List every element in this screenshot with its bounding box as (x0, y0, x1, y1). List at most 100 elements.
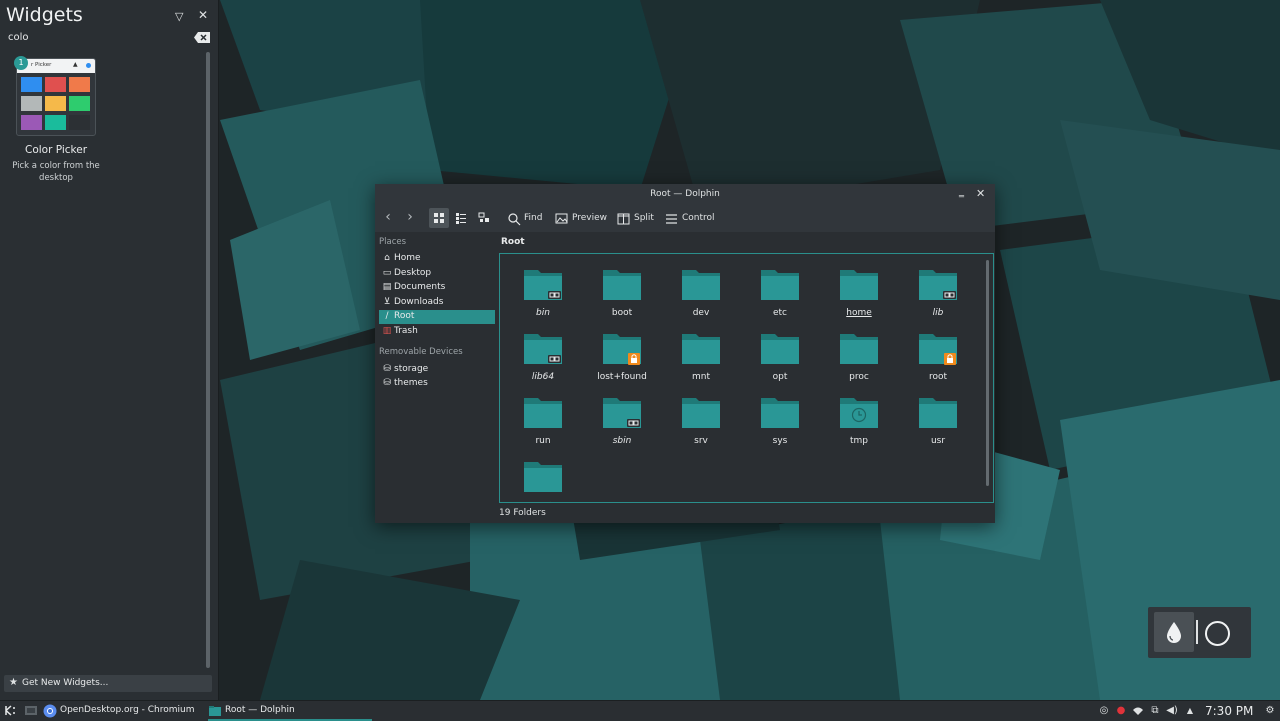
folder-item[interactable]: mnt (666, 324, 736, 384)
folder-item[interactable]: var (508, 452, 578, 502)
folder-label: run (535, 436, 551, 446)
clock[interactable]: 7:30 PM (1205, 704, 1253, 718)
find-button[interactable]: Find (507, 208, 549, 228)
folder-item[interactable]: run (508, 388, 578, 448)
task-dolphin[interactable]: Root — Dolphin (208, 701, 372, 721)
minimize-icon[interactable]: ‗ (959, 187, 964, 198)
usb-drive-icon: ⛁ (383, 378, 391, 388)
get-new-widgets-button[interactable]: ★ Get New Widgets... (4, 675, 212, 692)
icons-view-button[interactable] (429, 208, 449, 228)
places-item-trash[interactable]: ▥ Trash (379, 325, 495, 339)
color-swatch (45, 96, 66, 111)
folder-icon (761, 270, 799, 300)
places-item-downloads[interactable]: ⊻ Downloads (379, 296, 495, 310)
folder-item[interactable]: lost+found (587, 324, 657, 384)
folder-label: dev (692, 308, 710, 318)
desktop-icon: ▭ (382, 268, 392, 278)
folder-item[interactable]: lib (903, 260, 973, 320)
thumbnail-title: r Picker (31, 62, 52, 68)
widget-name: Color Picker (24, 144, 88, 156)
tray-expand-icon[interactable]: ▲ (1184, 705, 1196, 717)
panel-settings-icon[interactable]: ⚙ (1264, 705, 1276, 717)
color-swatch (69, 96, 90, 111)
compact-view-button[interactable] (451, 208, 471, 228)
folder-item[interactable]: usr (903, 388, 973, 448)
folder-item[interactable]: proc (824, 324, 894, 384)
places-item-documents[interactable]: ▤ Documents (379, 281, 495, 295)
thumbnail-header: r Picker ▲ (17, 59, 95, 73)
folder-item[interactable]: bin (508, 260, 578, 320)
places-item-root[interactable]: ∕ Root (379, 310, 495, 324)
folder-item[interactable]: root (903, 324, 973, 384)
location-breadcrumb[interactable]: Root (501, 237, 525, 247)
chevron-left-icon: ‹ (385, 209, 391, 225)
widgets-panel: Widgets ▽ ✕ colo r Picker ▲ 1 Color Pick… (0, 0, 219, 700)
folder-view-scrollbar[interactable] (986, 260, 989, 486)
color-swatch (69, 115, 90, 130)
folder-label: lib (932, 308, 944, 318)
color-dropper-icon (1167, 622, 1181, 643)
network-wifi-icon[interactable] (1132, 705, 1144, 717)
folder-item[interactable]: tmp (824, 388, 894, 448)
close-window-icon[interactable]: ✕ (976, 187, 985, 200)
folder-item[interactable]: home (824, 260, 894, 320)
folder-item[interactable]: srv (666, 388, 736, 448)
folder-icon (840, 398, 878, 428)
folder-item[interactable]: sys (745, 388, 815, 448)
task-chromium[interactable]: OpenDesktop.org - Chromium (43, 701, 194, 721)
split-button[interactable]: Split (617, 208, 657, 228)
places-heading: Places (379, 237, 407, 247)
folder-icon (919, 270, 957, 300)
folder-item[interactable]: dev (666, 260, 736, 320)
folder-icon (682, 334, 720, 364)
folder-item[interactable]: opt (745, 324, 815, 384)
usb-drive-icon: ⛁ (383, 364, 391, 374)
widgets-scrollbar[interactable] (206, 52, 210, 668)
places-item-desktop[interactable]: ▭ Desktop (379, 267, 495, 281)
applet-divider (1196, 620, 1198, 644)
folder-icon (524, 462, 562, 492)
details-view-button[interactable] (474, 208, 494, 228)
steam-icon[interactable]: ◎ (1098, 705, 1110, 717)
folder-icon (682, 270, 720, 300)
close-icon[interactable]: ✕ (198, 8, 208, 22)
removable-item-storage[interactable]: ⛁ storage (379, 363, 495, 377)
folder-icon (761, 398, 799, 428)
task-label: Root — Dolphin (225, 705, 295, 715)
places-item-home[interactable]: ⌂ Home (379, 252, 495, 266)
folder-icon (919, 334, 957, 365)
clear-text-icon[interactable] (194, 32, 210, 43)
show-desktop-button[interactable] (24, 701, 40, 721)
widget-count-badge: 1 (14, 56, 28, 70)
preview-button[interactable]: Preview (555, 208, 607, 228)
forward-button[interactable]: › (401, 208, 419, 228)
removable-item-themes[interactable]: ⛁ themes (379, 377, 495, 391)
control-label: Control (682, 213, 715, 223)
dropper-icon: ▲ (73, 61, 78, 68)
status-bar-text: 19 Folders (499, 508, 546, 518)
back-button[interactable]: ‹ (379, 208, 397, 228)
folder-icon (682, 398, 720, 428)
current-color-swatch[interactable] (1205, 621, 1230, 646)
color-picker-widget[interactable]: r Picker ▲ 1 Color Picker Pick a color f… (8, 56, 104, 192)
widget-search-input[interactable]: colo (6, 30, 212, 46)
folder-item[interactable]: sbin (587, 388, 657, 448)
preview-label: Preview (572, 213, 608, 223)
clipboard-icon[interactable]: ⧉ (1149, 705, 1161, 717)
pick-color-button[interactable] (1154, 612, 1194, 652)
removable-item-label: storage (394, 364, 429, 374)
taskbar: OpenDesktop.org - Chromium Root — Dolphi… (0, 700, 1280, 721)
filter-icon[interactable]: ▽ (175, 10, 183, 23)
window-titlebar[interactable]: Root — Dolphin ‗ ✕ (375, 184, 995, 204)
volume-icon[interactable]: ◀) (1166, 705, 1178, 717)
color-dot-icon (86, 63, 91, 68)
dolphin-window: Root — Dolphin ‗ ✕ ‹ › Find Preview Spli… (375, 184, 995, 523)
folder-item[interactable]: lib64 (508, 324, 578, 384)
notification-alert-icon[interactable]: ● (1115, 705, 1127, 717)
folder-item[interactable]: etc (745, 260, 815, 320)
folder-item[interactable]: boot (587, 260, 657, 320)
widget-description: Pick a color from the desktop (12, 161, 100, 183)
application-launcher-icon[interactable] (4, 704, 17, 717)
control-button[interactable]: Control (665, 208, 715, 228)
places-item-label: Root (394, 311, 415, 321)
